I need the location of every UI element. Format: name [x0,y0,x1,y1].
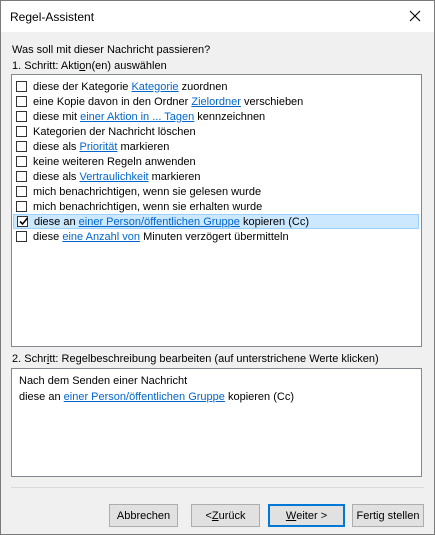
action-label: Kategorien der Nachricht löschen [33,125,196,138]
back-button[interactable]: < Zurück [191,504,260,527]
action-item[interactable]: diese mit einer Aktion in ... Tagen kenn… [13,109,419,124]
prompt-text: Was soll mit dieser Nachricht passieren? [12,44,211,56]
rule-description: Nach dem Senden einer Nachricht diese an… [11,368,422,477]
action-item[interactable]: diese als Vertraulichkeit markieren [13,169,419,184]
action-value-link[interactable]: eine Anzahl von [62,231,140,243]
title-bar: Regel-Assistent [1,1,434,32]
action-label: keine weiteren Regeln anwenden [33,155,196,168]
window-title: Regel-Assistent [10,10,95,24]
action-label: diese als Priorität markieren [33,140,170,153]
action-label: diese als Vertraulichkeit markieren [33,170,201,183]
action-list[interactable]: diese der Kategorie Kategorie zuordnen ei… [11,74,422,347]
cancel-button[interactable]: Abbrechen [109,504,178,527]
action-checkbox[interactable] [16,231,27,242]
action-item[interactable]: diese als Priorität markieren [13,139,419,154]
rule-wizard-dialog: Regel-Assistent Was soll mit dieser Nach… [0,0,435,535]
description-person-group-link[interactable]: einer Person/öffentlichen Gruppe [64,391,225,403]
action-item[interactable]: mich benachrichtigen, wenn sie erhalten … [13,199,419,214]
checkmark-icon [19,217,29,226]
action-item[interactable]: diese der Kategorie Kategorie zuordnen [13,79,419,94]
step2-label: 2. Schritt: Regelbeschreibung bearbeiten… [12,353,379,365]
action-checkbox[interactable] [16,171,27,182]
action-label: diese eine Anzahl von Minuten verzögert … [33,230,289,243]
close-icon [409,10,421,22]
action-item[interactable]: diese an einer Person/öffentlichen Grupp… [13,214,419,229]
action-item[interactable]: keine weiteren Regeln anwenden [13,154,419,169]
action-item[interactable]: Kategorien der Nachricht löschen [13,124,419,139]
action-item[interactable]: diese eine Anzahl von Minuten verzögert … [13,229,419,244]
action-checkbox[interactable] [16,126,27,137]
action-checkbox[interactable] [16,156,27,167]
close-button[interactable] [402,4,428,28]
finish-button[interactable]: Fertig stellen [352,504,424,527]
action-checkbox[interactable] [16,141,27,152]
action-value-link[interactable]: Zielordner [191,96,241,108]
action-checkbox[interactable] [17,216,29,227]
description-line-2: diese an einer Person/öffentlichen Grupp… [19,391,294,403]
action-label: mich benachrichtigen, wenn sie erhalten … [33,200,263,213]
action-value-link[interactable]: einer Aktion in ... Tagen [80,111,194,123]
action-checkbox[interactable] [16,111,27,122]
next-button[interactable]: Weiter > [268,504,345,527]
action-label: eine Kopie davon in den Ordner Zielordne… [33,95,304,108]
action-label: diese mit einer Aktion in ... Tagen kenn… [33,110,266,123]
action-value-link[interactable]: einer Person/öffentlichen Gruppe [79,216,240,228]
action-checkbox[interactable] [16,81,27,92]
step1-label: 1. Schritt: Aktion(en) auswählen [12,60,167,72]
action-label: diese an einer Person/öffentlichen Grupp… [34,215,309,228]
action-checkbox[interactable] [16,96,27,107]
action-value-link[interactable]: Vertraulichkeit [79,171,148,183]
action-label: mich benachrichtigen, wenn sie gelesen w… [33,185,262,198]
action-item[interactable]: mich benachrichtigen, wenn sie gelesen w… [13,184,419,199]
action-value-link[interactable]: Kategorie [131,81,178,93]
description-line-1: Nach dem Senden einer Nachricht [19,375,188,387]
action-checkbox[interactable] [16,186,27,197]
action-item[interactable]: eine Kopie davon in den Ordner Zielordne… [13,94,419,109]
action-label: diese der Kategorie Kategorie zuordnen [33,80,228,93]
action-checkbox[interactable] [16,201,27,212]
separator [11,487,424,488]
action-value-link[interactable]: Priorität [79,141,117,153]
